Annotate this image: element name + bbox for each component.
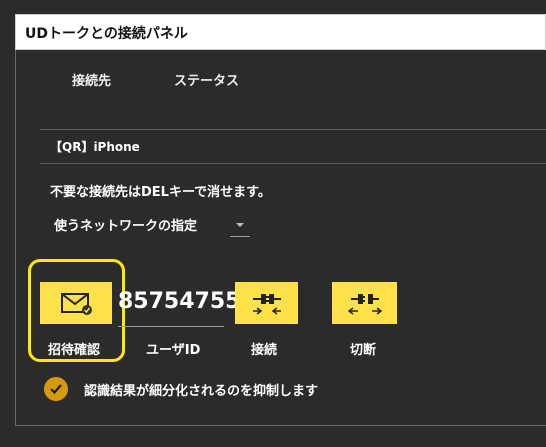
invite-check-label: 招待確認 — [48, 343, 101, 358]
invite-check-button[interactable] — [40, 282, 112, 324]
network-select-label: 使うネットワークの指定 — [54, 219, 198, 234]
panel-body — [15, 50, 546, 426]
chevron-down-icon — [236, 223, 244, 227]
device-list-item[interactable]: 【QR】iPhone — [50, 138, 140, 155]
divider-bottom — [40, 163, 546, 164]
network-dropdown[interactable] — [230, 214, 250, 237]
delete-hint-text: 不要な接続先はDELキーで消せます。 — [50, 185, 271, 200]
window-title: UDトークとの接続パネル — [25, 26, 188, 42]
user-id-label: ユーザID — [146, 343, 201, 358]
user-id-underline — [118, 326, 224, 327]
connect-button[interactable] — [235, 282, 298, 324]
disconnect-button[interactable] — [332, 282, 397, 324]
plug-disconnect-icon — [347, 294, 382, 315]
connect-label: 接続 — [251, 343, 278, 358]
tab-connections[interactable]: 接続先 — [72, 70, 111, 89]
disconnect-label: 切断 — [350, 343, 377, 358]
title-bar: UDトークとの接続パネル — [15, 14, 546, 50]
suppress-fragmentation-checkbox[interactable] — [44, 377, 68, 401]
divider-top — [40, 129, 546, 130]
suppress-fragmentation-label: 認識結果が細分化されるのを抑制します — [84, 384, 319, 399]
plug-connect-icon — [252, 294, 281, 315]
user-id-value: 85754755 — [118, 289, 241, 314]
tab-status[interactable]: ステータス — [174, 70, 239, 89]
connection-panel-window: UDトークとの接続パネル 接続先 ステータス 【QR】iPhone 不要な接続先… — [15, 14, 546, 426]
mail-check-icon — [61, 293, 92, 315]
checkmark-icon — [50, 384, 62, 395]
